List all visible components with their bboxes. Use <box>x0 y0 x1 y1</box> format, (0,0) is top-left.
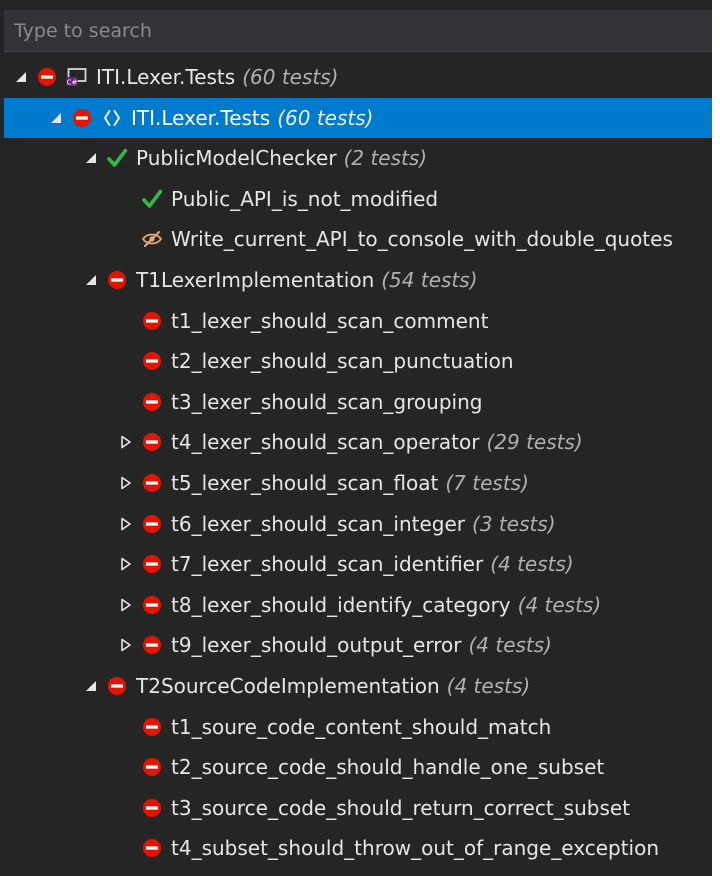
passed-check-icon <box>102 138 132 178</box>
test-count-label: (4 tests) <box>468 633 552 657</box>
test-name-label: T2SourceCodeImplementation <box>136 674 440 698</box>
expand-arrow-icon[interactable] <box>80 138 102 178</box>
failed-icon <box>137 341 167 381</box>
tree-row-t5-lexer-should-scan-float[interactable]: t5_lexer_should_scan_float (7 tests) <box>4 463 712 503</box>
failed-icon <box>137 585 167 625</box>
test-count-label: (7 tests) <box>445 471 529 495</box>
tree-row-publicmodelchecker[interactable]: PublicModelChecker (2 tests) <box>4 138 712 178</box>
failed-icon <box>102 666 132 706</box>
failed-icon <box>137 788 167 828</box>
test-name-label: t2_source_code_should_handle_one_subset <box>171 755 605 779</box>
test-name-label: t5_lexer_should_scan_float <box>171 471 439 495</box>
test-name-label: t4_subset_should_throw_out_of_range_exce… <box>171 836 660 860</box>
test-count-label: (29 tests) <box>486 430 583 454</box>
tree-row-iti-lexer-tests-1[interactable]: ITI.Lexer.Tests (60 tests) <box>4 98 712 138</box>
not-run-icon <box>137 219 167 259</box>
test-name-label: t2_lexer_should_scan_punctuation <box>171 349 514 373</box>
test-name-label: Public_API_is_not_modified <box>171 187 439 211</box>
test-name-label: T1LexerImplementation <box>136 268 375 292</box>
search-box <box>4 10 712 52</box>
test-count-label: (60 tests) <box>277 106 374 130</box>
failed-icon <box>137 301 167 341</box>
tree-row-t8-lexer-should-identify-category[interactable]: t8_lexer_should_identify_category (4 test… <box>4 585 712 625</box>
test-name-label: t1_soure_code_content_should_match <box>171 715 552 739</box>
collapse-arrow-icon[interactable] <box>115 544 137 584</box>
expand-arrow-icon[interactable] <box>45 98 67 138</box>
tree-row-t1-lexer-should-scan-comment[interactable]: t1_lexer_should_scan_comment <box>4 301 712 341</box>
test-name-label: t3_lexer_should_scan_grouping <box>171 390 483 414</box>
failed-icon <box>67 98 97 138</box>
namespace-icon <box>97 98 127 138</box>
failed-icon <box>137 747 167 787</box>
failed-icon <box>137 504 167 544</box>
test-name-label: Write_current_API_to_console_with_double… <box>171 227 673 251</box>
tree-row-public-api-is-not-modified[interactable]: Public_API_is_not_modified <box>4 179 712 219</box>
tree-row-write-current-api-to-console-with-double-quotes[interactable]: Write_current_API_to_console_with_double… <box>4 219 712 259</box>
test-count-label: (54 tests) <box>381 268 478 292</box>
tree-row-t6-lexer-should-scan-integer[interactable]: t6_lexer_should_scan_integer (3 tests) <box>4 504 712 544</box>
collapse-arrow-icon[interactable] <box>115 585 137 625</box>
failed-icon <box>137 463 167 503</box>
failed-icon <box>137 828 167 868</box>
failed-icon <box>32 57 62 97</box>
failed-icon <box>102 260 132 300</box>
test-name-label: t7_lexer_should_scan_identifier <box>171 552 484 576</box>
tree-row-t4-subset-should-throw-out-of-range-exception[interactable]: t4_subset_should_throw_out_of_range_exce… <box>4 828 712 868</box>
passed-check-icon <box>137 179 167 219</box>
test-count-label: (60 tests) <box>242 65 339 89</box>
test-count-label: (4 tests) <box>446 674 531 698</box>
tree-row-t2sourcecodeimplementation[interactable]: T2SourceCodeImplementation (4 tests) <box>4 666 712 706</box>
test-name-label: t6_lexer_should_scan_integer <box>171 512 466 536</box>
collapse-arrow-icon[interactable] <box>115 504 137 544</box>
collapse-arrow-icon[interactable] <box>115 422 137 462</box>
search-input[interactable] <box>4 10 712 51</box>
failed-icon <box>137 544 167 584</box>
tree-row-t1-soure-code-content-should-match[interactable]: t1_soure_code_content_should_match <box>4 707 712 747</box>
failed-icon <box>137 422 167 462</box>
test-name-label: t4_lexer_should_scan_operator <box>171 430 480 454</box>
failed-icon <box>137 625 167 665</box>
project-icon: C# <box>62 57 92 97</box>
expand-arrow-icon[interactable] <box>10 57 32 97</box>
test-name-label: t1_lexer_should_scan_comment <box>171 309 489 333</box>
test-explorer-panel: C#ITI.Lexer.Tests(60 tests)ITI.Lexer.Tes… <box>0 0 712 876</box>
test-name-label: t3_source_code_should_return_correct_sub… <box>171 796 631 820</box>
test-name-label: PublicModelChecker <box>136 146 337 170</box>
tree-row-t2-lexer-should-scan-punctuation[interactable]: t2_lexer_should_scan_punctuation <box>4 341 712 381</box>
test-name-label: ITI.Lexer.Tests <box>131 106 271 130</box>
tree-row-t1lexerimplementation[interactable]: T1LexerImplementation (54 tests) <box>4 260 712 300</box>
collapse-arrow-icon[interactable] <box>115 463 137 503</box>
svg-text:C#: C# <box>67 79 78 87</box>
test-count-label: (4 tests) <box>517 593 602 617</box>
tree-row-t3-source-code-should-return-correct-subset[interactable]: t3_source_code_should_return_correct_sub… <box>4 788 712 828</box>
failed-icon <box>137 707 167 747</box>
tree-row-t4-lexer-should-scan-operator[interactable]: t4_lexer_should_scan_operator (29 tests) <box>4 422 712 462</box>
expand-arrow-icon[interactable] <box>80 260 102 300</box>
failed-icon <box>137 382 167 422</box>
tree-row-t7-lexer-should-scan-identifier[interactable]: t7_lexer_should_scan_identifier (4 tests) <box>4 544 712 584</box>
tree-row-t3-lexer-should-scan-grouping[interactable]: t3_lexer_should_scan_grouping <box>4 382 712 422</box>
test-name-label: t9_lexer_should_output_error <box>171 633 462 657</box>
collapse-arrow-icon[interactable] <box>115 625 137 665</box>
expand-arrow-icon[interactable] <box>80 666 102 706</box>
tree-row-t9-lexer-should-output-error[interactable]: t9_lexer_should_output_error (4 tests) <box>4 625 712 665</box>
test-name-label: ITI.Lexer.Tests <box>96 65 236 89</box>
test-name-label: t8_lexer_should_identify_category <box>171 593 511 617</box>
test-count-label: (2 tests) <box>343 146 428 170</box>
test-count-label: (4 tests) <box>490 552 574 576</box>
tree-row-t2-source-code-should-handle-one-subset[interactable]: t2_source_code_should_handle_one_subset <box>4 747 712 787</box>
test-count-label: (3 tests) <box>472 512 556 536</box>
tree-row-iti-lexer-tests-0[interactable]: C# ITI.Lexer.Tests (60 tests) <box>4 57 712 97</box>
